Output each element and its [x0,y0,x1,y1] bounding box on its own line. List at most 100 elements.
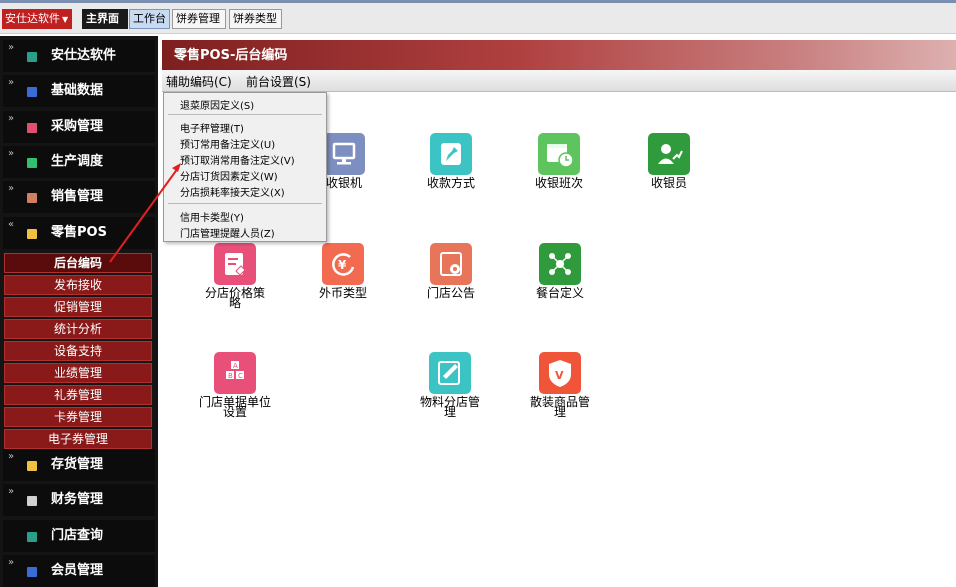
top-bar: 安仕达软件 ▼ 主界面 工作台 饼券管理 饼券类型 [0,0,956,34]
sidebar-module-anshida[interactable]: » 安仕达软件 [3,40,155,72]
svg-text:C: C [238,372,243,380]
menu-bar: 辅助编码(C) 前台设置(S) [162,70,956,92]
shield-v-icon: V [539,352,581,394]
menu-item-store-reminder[interactable]: 门店管理提醒人员(Z) [180,225,275,240]
tile-payment-method[interactable]: 收款方式 [406,133,496,213]
user-chart-icon [648,133,690,175]
sidebar-module-inventory[interactable]: » 存货管理 [3,449,155,481]
expand-arrow-icon: » [8,451,15,462]
sidebar-item-backend-coding[interactable]: 后台编码 [4,253,152,273]
menu-front-settings[interactable]: 前台设置(S) [246,73,311,90]
module-icon [27,52,37,62]
tab-workbench[interactable]: 工作台 [129,9,170,29]
expand-arrow-icon: » [8,42,15,53]
module-label: 安仕达软件 [51,48,117,63]
pin-icon [430,133,472,175]
sidebar-item-gift-voucher[interactable]: 礼券管理 [4,385,152,405]
tile-bulk-goods-management[interactable]: V 散装商品管理 [515,352,605,432]
tile-material-store-management[interactable]: 物料分店管理 [405,352,495,432]
module-icon [27,193,37,203]
sidebar-module-store-query[interactable]: 门店查询 [3,520,155,552]
module-icon [27,496,37,506]
expand-arrow-icon: » [8,148,15,159]
menu-separator [168,203,322,204]
tile-cashier[interactable]: 收银员 [624,133,714,213]
expand-arrow-icon: » [8,77,15,88]
expand-arrow-icon: » [8,486,15,497]
tile-label: 收银员 [650,176,687,190]
collapse-arrow-icon: « [8,219,15,230]
tile-store-document-unit[interactable]: ABC 门店单据单位设置 [190,352,280,432]
sidebar-item-statistics[interactable]: 统计分析 [4,319,152,339]
sidebar: » 安仕达软件 » 基础数据 » 采购管理 » 生产调度 » 销售管理 « 零售POS 后台… [0,36,158,587]
module-icon [27,123,37,133]
module-label: 销售管理 [51,189,104,204]
menu-item-store-loss-rate[interactable]: 分店损耗率接天定义(X) [180,184,285,199]
tile-store-announcement[interactable]: 门店公告 [406,243,496,323]
tile-store-price-strategy[interactable]: 分店价格策略 [190,243,280,323]
tile-foreign-currency[interactable]: ¥ 外币类型 [298,243,388,323]
menu-item-store-order-factor[interactable]: 分店订货因素定义(W) [180,168,278,183]
sidebar-module-basic-data[interactable]: » 基础数据 [3,75,155,107]
menu-auxiliary-coding[interactable]: 辅助编码(C) [166,73,232,90]
sidebar-module-sales[interactable]: » 销售管理 [3,181,155,213]
brand-label: 安仕达软件 [5,12,60,25]
tile-label: 物料分店管理 [419,395,480,419]
module-icon [27,87,37,97]
auxiliary-coding-dropdown: 退菜原因定义(S) 电子秤管理(T) 预订常用备注定义(U) 预订取消常用备注定… [163,92,327,242]
menu-separator [168,114,322,115]
module-label: 财务管理 [51,492,104,507]
module-icon [27,229,37,239]
sidebar-module-purchase[interactable]: » 采购管理 [3,111,155,143]
sidebar-item-performance[interactable]: 业绩管理 [4,363,152,383]
brand-menu-button[interactable]: 安仕达软件 ▼ [2,9,72,29]
sidebar-item-card-voucher[interactable]: 卡券管理 [4,407,152,427]
abc-blocks-icon: ABC [214,352,256,394]
tile-label: 散装商品管理 [529,395,590,419]
gear-doc-icon [430,243,472,285]
menu-item-credit-card-type[interactable]: 信用卡类型(Y) [180,209,244,224]
tile-table-definition[interactable]: 餐台定义 [515,243,605,323]
tile-label: 收款方式 [426,176,475,190]
tab-voucher-type[interactable]: 饼券类型 [229,9,282,29]
sidebar-item-device-support[interactable]: 设备支持 [4,341,152,361]
menu-item-electronic-scale[interactable]: 电子秤管理(T) [180,120,244,135]
svg-text:¥: ¥ [338,258,347,272]
module-label: 门店查询 [51,528,104,543]
sidebar-module-retail-pos[interactable]: « 零售POS [3,217,155,249]
menu-item-booking-remark[interactable]: 预订常用备注定义(U) [180,136,275,151]
svg-text:A: A [233,362,238,370]
module-icon [27,532,37,542]
expand-arrow-icon: » [8,183,15,194]
menu-item-booking-cancel-remark[interactable]: 预订取消常用备注定义(V) [180,152,295,167]
expand-arrow-icon: » [8,557,15,568]
sidebar-item-promotion[interactable]: 促销管理 [4,297,152,317]
module-label: 零售POS [51,225,107,240]
expand-arrow-icon: » [8,113,15,124]
calendar-clock-icon [538,133,580,175]
module-label: 会员管理 [51,563,104,578]
tile-label: 外币类型 [318,286,367,300]
svg-text:B: B [228,372,233,380]
module-icon [27,461,37,471]
tile-cashier-shift[interactable]: 收银班次 [514,133,604,213]
top-accent-line [0,0,956,3]
sidebar-module-finance[interactable]: » 财务管理 [3,484,155,516]
page-title: 零售POS-后台编码 [162,40,956,70]
tile-label: 餐台定义 [535,286,584,300]
menu-item-return-reason[interactable]: 退菜原因定义(S) [180,97,254,112]
module-label: 存货管理 [51,457,104,472]
module-label: 生产调度 [51,154,104,169]
network-icon [539,243,581,285]
sidebar-module-members[interactable]: » 会员管理 [3,555,155,587]
tile-label: 门店单据单位设置 [198,395,271,419]
tile-label: 分店价格策略 [204,286,265,310]
edit-doc-icon [214,243,256,285]
tab-voucher-management[interactable]: 饼券管理 [172,9,226,29]
monitor-icon [323,133,365,175]
sidebar-module-production[interactable]: » 生产调度 [3,146,155,178]
svg-text:V: V [555,369,564,382]
tab-home[interactable]: 主界面 [82,9,128,29]
sidebar-item-e-voucher[interactable]: 电子券管理 [4,429,152,449]
sidebar-item-publish-receive[interactable]: 发布接收 [4,275,152,295]
